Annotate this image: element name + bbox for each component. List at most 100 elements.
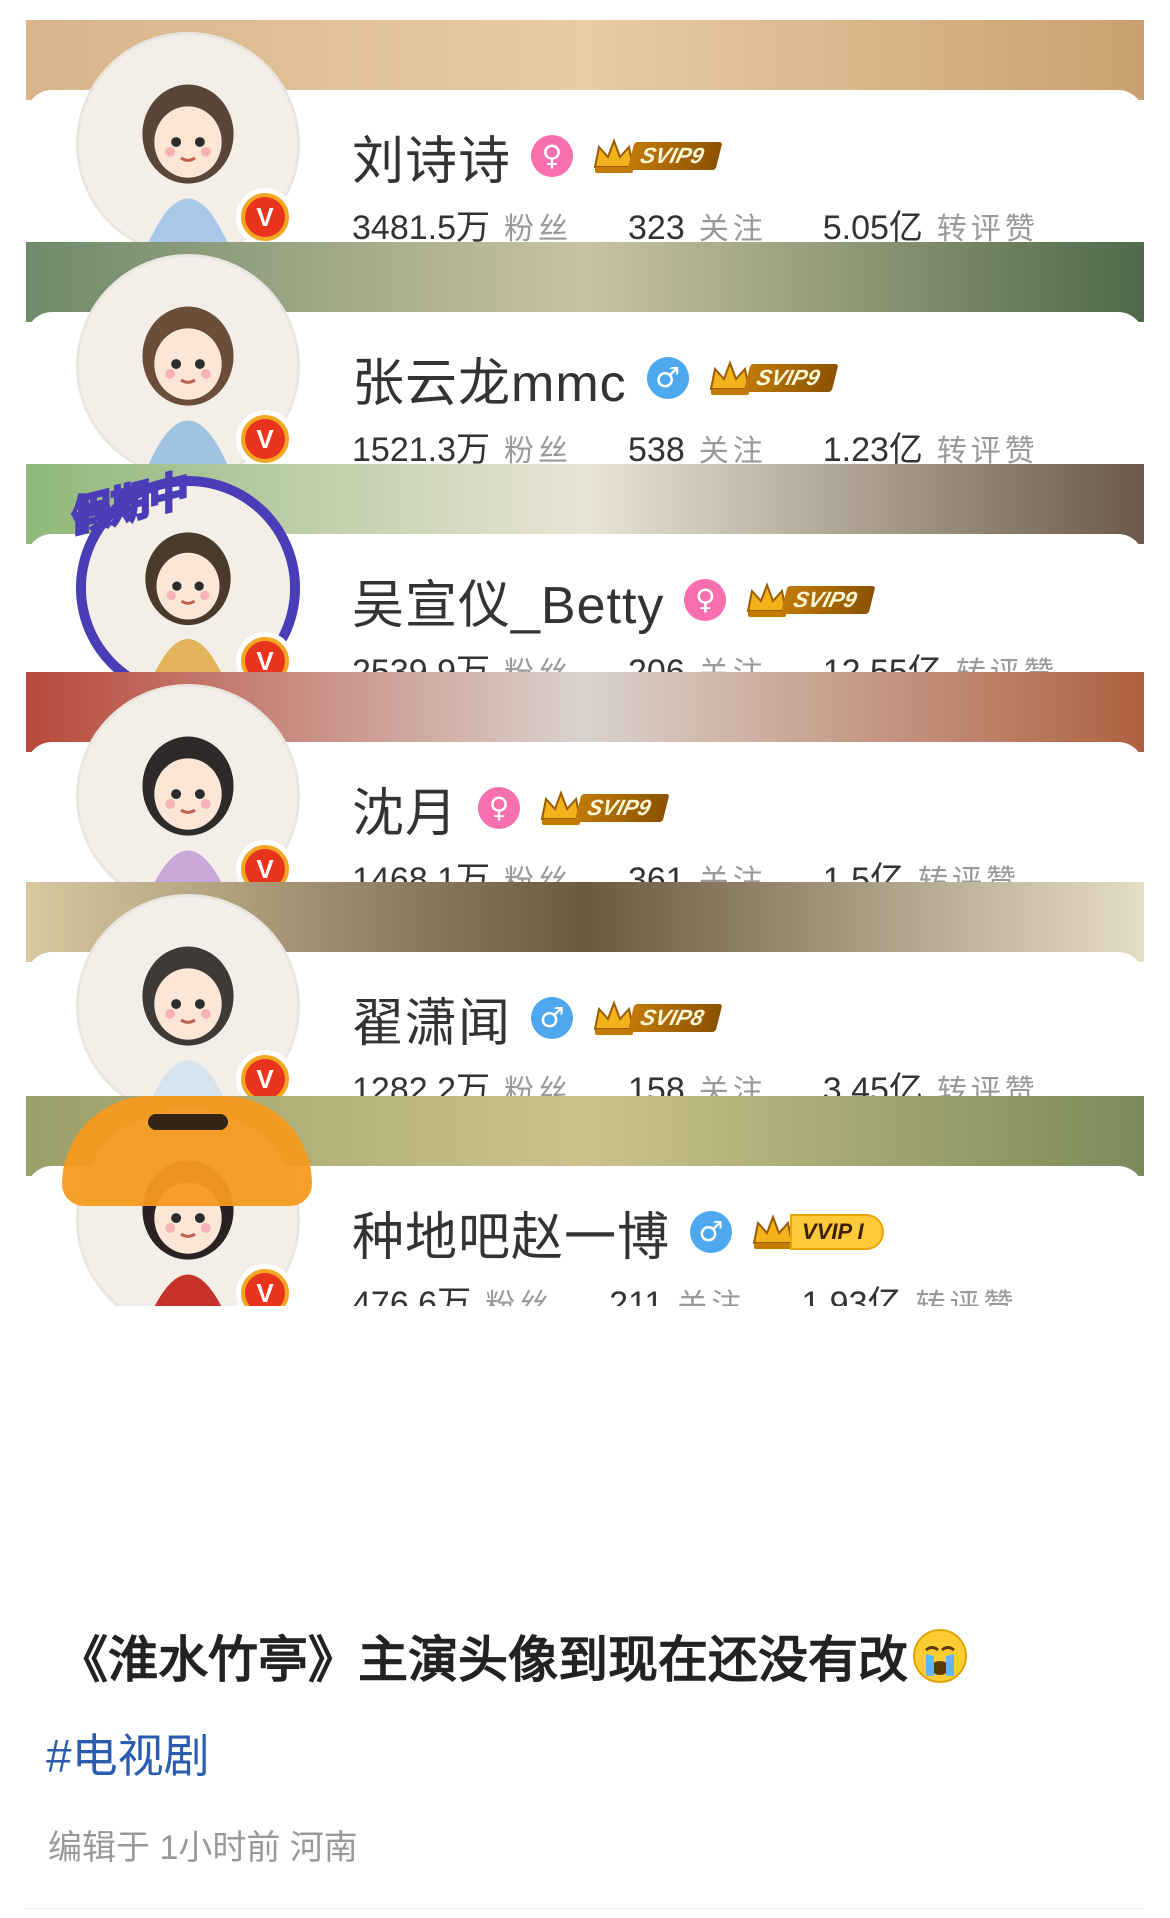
following-stat-value: 206 (628, 653, 685, 672)
profile-name[interactable]: 翟潇闻 (352, 981, 511, 1056)
profile-name[interactable]: 张云龙mmc (352, 341, 627, 416)
post-title-text: 《淮水竹亭》主演头像到现在还没有改 (58, 1632, 908, 1688)
profile-card[interactable]: V 种地吧赵一博 ♂ VVIP I 476.6万 粉丝 211 关注 1.93亿 转评赞 (26, 1096, 1144, 1306)
fans-stat-value: 3481.5万 (352, 209, 490, 242)
likes-stat-value: 5.05亿 (822, 209, 923, 242)
profile-card[interactable]: V 张云龙mmc ♂ SVIP9 1521.3万 粉丝 538 关注 1.23亿 转评赞 (26, 242, 1144, 464)
vip-badge: SVIP9 (707, 358, 839, 398)
fans-stat-value: 1282.2万 (352, 1071, 490, 1096)
profile-name[interactable]: 沈月 (352, 771, 458, 846)
following-stat-label: 关注 (677, 1289, 746, 1306)
following-stat[interactable]: 323 关注 (628, 204, 767, 242)
vip-level: SVIP8 (627, 1004, 723, 1032)
vip-badge: SVIP9 (538, 788, 670, 828)
profile-name[interactable]: 刘诗诗 (352, 119, 511, 194)
name-row: 张云龙mmc ♂ SVIP9 (352, 346, 839, 413)
following-stat-label: 关注 (698, 1075, 767, 1096)
following-stat-value: 211 (609, 1285, 664, 1306)
post-title: 《淮水竹亭》主演头像到现在还没有改 (58, 1620, 968, 1692)
profile-card[interactable]: V 翟潇闻 ♂ SVIP8 1282.2万 粉丝 158 关注 3.45亿 转评赞 (26, 882, 1144, 1096)
tiger-frame-icon (62, 1096, 312, 1206)
fans-stat-value: 476.6万 (352, 1285, 472, 1306)
profile-stats: 1282.2万 粉丝 158 关注 3.45亿 转评赞 (352, 1062, 1095, 1096)
likes-stat-value: 1.23亿 (822, 431, 923, 464)
likes-stat[interactable]: 1.5亿 转评赞 (823, 852, 1020, 882)
divider (26, 1908, 1144, 1909)
name-row: 吴宣仪_Betty ♀ SVIP9 (352, 568, 877, 635)
following-stat[interactable]: 361 关注 (628, 856, 767, 882)
fans-stat[interactable]: 1282.2万 粉丝 (352, 1062, 572, 1096)
profile-stats: 476.6万 粉丝 211 关注 1.93亿 转评赞 (352, 1276, 1074, 1306)
following-stat[interactable]: 538 关注 (628, 426, 767, 464)
hashtag-link[interactable]: #电视剧 (46, 1720, 210, 1786)
verified-badge-icon: V (236, 188, 294, 242)
following-stat-value: 538 (628, 431, 685, 464)
profile-stats: 2539.9万粉丝 206 关注 12.55亿转评赞 (352, 644, 1114, 672)
following-stat[interactable]: 211 关注 (609, 1280, 745, 1306)
name-row: 翟潇闻 ♂ SVIP8 (352, 986, 723, 1053)
fans-stat[interactable]: 2539.9万粉丝 (352, 644, 572, 672)
profile-card[interactable]: V 刘诗诗 ♀ SVIP9 3481.5万 粉丝 323 关注 5.05亿 转评赞 (26, 20, 1144, 242)
following-stat-label: 关注 (698, 435, 767, 464)
fans-stat[interactable]: 1468.1万 粉丝 (352, 852, 572, 882)
fans-stat-value: 2539.9万 (352, 653, 490, 672)
likes-stat-value: 1.93亿 (801, 1285, 902, 1306)
male-icon: ♂ (690, 1211, 733, 1253)
vip-level: SVIP9 (743, 364, 839, 392)
fans-stat-label: 粉丝 (504, 648, 572, 672)
vip-badge: SVIP8 (591, 998, 723, 1038)
female-icon: ♀ (478, 787, 521, 829)
likes-stat[interactable]: 5.05亿 转评赞 (823, 200, 1039, 242)
likes-stat-label: 转评赞 (915, 1289, 1018, 1306)
likes-stat-label: 转评赞 (936, 1075, 1039, 1096)
vip-level: SVIP9 (780, 586, 877, 614)
following-stat-label: 关注 (698, 865, 767, 882)
male-icon: ♂ (646, 357, 689, 399)
likes-stat[interactable]: 1.93亿 转评赞 (801, 1276, 1017, 1306)
name-row: 沈月 ♀ SVIP9 (352, 776, 670, 843)
profile-stats: 1468.1万 粉丝 361 关注 1.5亿 转评赞 (352, 852, 1076, 882)
vip-level: SVIP9 (574, 794, 670, 822)
male-icon: ♂ (531, 997, 574, 1039)
likes-stat-label: 转评赞 (936, 213, 1039, 242)
fans-stat[interactable]: 3481.5万 粉丝 (352, 200, 572, 242)
profile-name[interactable]: 吴宣仪_Betty (352, 563, 664, 638)
profile-card[interactable]: V 沈月 ♀ SVIP9 1468.1万 粉丝 361 关注 1.5亿 转评赞 (26, 672, 1144, 882)
profile-list: V 刘诗诗 ♀ SVIP9 3481.5万 粉丝 323 关注 5.05亿 转评赞 V 张云龙mmc ♂… (26, 20, 1144, 1306)
following-stat-value: 323 (628, 209, 685, 242)
following-stat[interactable]: 158 关注 (628, 1066, 767, 1096)
following-stat-value: 361 (628, 861, 685, 882)
profile-card[interactable]: 假期中V吴宣仪_Betty♀SVIP92539.9万粉丝206关注12.55亿转… (26, 464, 1144, 672)
vip-level: VVIP I (790, 1214, 884, 1250)
post-meta: 编辑于 1小时前 河南 (48, 1829, 358, 1867)
likes-stat-label: 转评赞 (936, 435, 1039, 464)
fans-stat[interactable]: 1521.3万 粉丝 (352, 422, 572, 464)
fans-stat-value: 1468.1万 (352, 861, 490, 882)
female-icon: ♀ (684, 579, 727, 621)
profile-stats: 3481.5万 粉丝 323 关注 5.05亿 转评赞 (352, 200, 1095, 242)
likes-stat-label: 转评赞 (918, 865, 1020, 882)
following-stat[interactable]: 206 关注 (628, 648, 767, 672)
fans-stat-label: 粉丝 (504, 1075, 572, 1096)
fans-stat[interactable]: 476.6万 粉丝 (352, 1276, 553, 1306)
vip-badge: SVIP9 (744, 580, 877, 620)
following-stat-label: 关注 (698, 213, 767, 242)
fans-stat-label: 粉丝 (504, 435, 572, 464)
following-stat-label: 关注 (699, 648, 767, 672)
likes-stat[interactable]: 12.55亿转评赞 (823, 644, 1058, 672)
fans-stat-label: 粉丝 (485, 1289, 554, 1306)
profile-name[interactable]: 种地吧赵一博 (352, 1195, 670, 1270)
vip-level: SVIP9 (627, 142, 723, 170)
likes-stat[interactable]: 3.45亿 转评赞 (823, 1062, 1039, 1096)
likes-stat[interactable]: 1.23亿 转评赞 (823, 422, 1039, 464)
verified-badge-icon: V (236, 410, 294, 464)
fans-stat-value: 1521.3万 (352, 431, 490, 464)
fans-stat-label: 粉丝 (504, 865, 572, 882)
vip-badge: SVIP9 (591, 136, 723, 176)
likes-stat-value: 12.55亿 (822, 653, 942, 672)
likes-stat-value: 1.5亿 (822, 861, 904, 882)
vip-badge: VVIP I (750, 1212, 884, 1252)
following-stat-value: 158 (628, 1071, 685, 1096)
female-icon: ♀ (531, 135, 574, 177)
likes-stat-value: 3.45亿 (822, 1071, 923, 1096)
